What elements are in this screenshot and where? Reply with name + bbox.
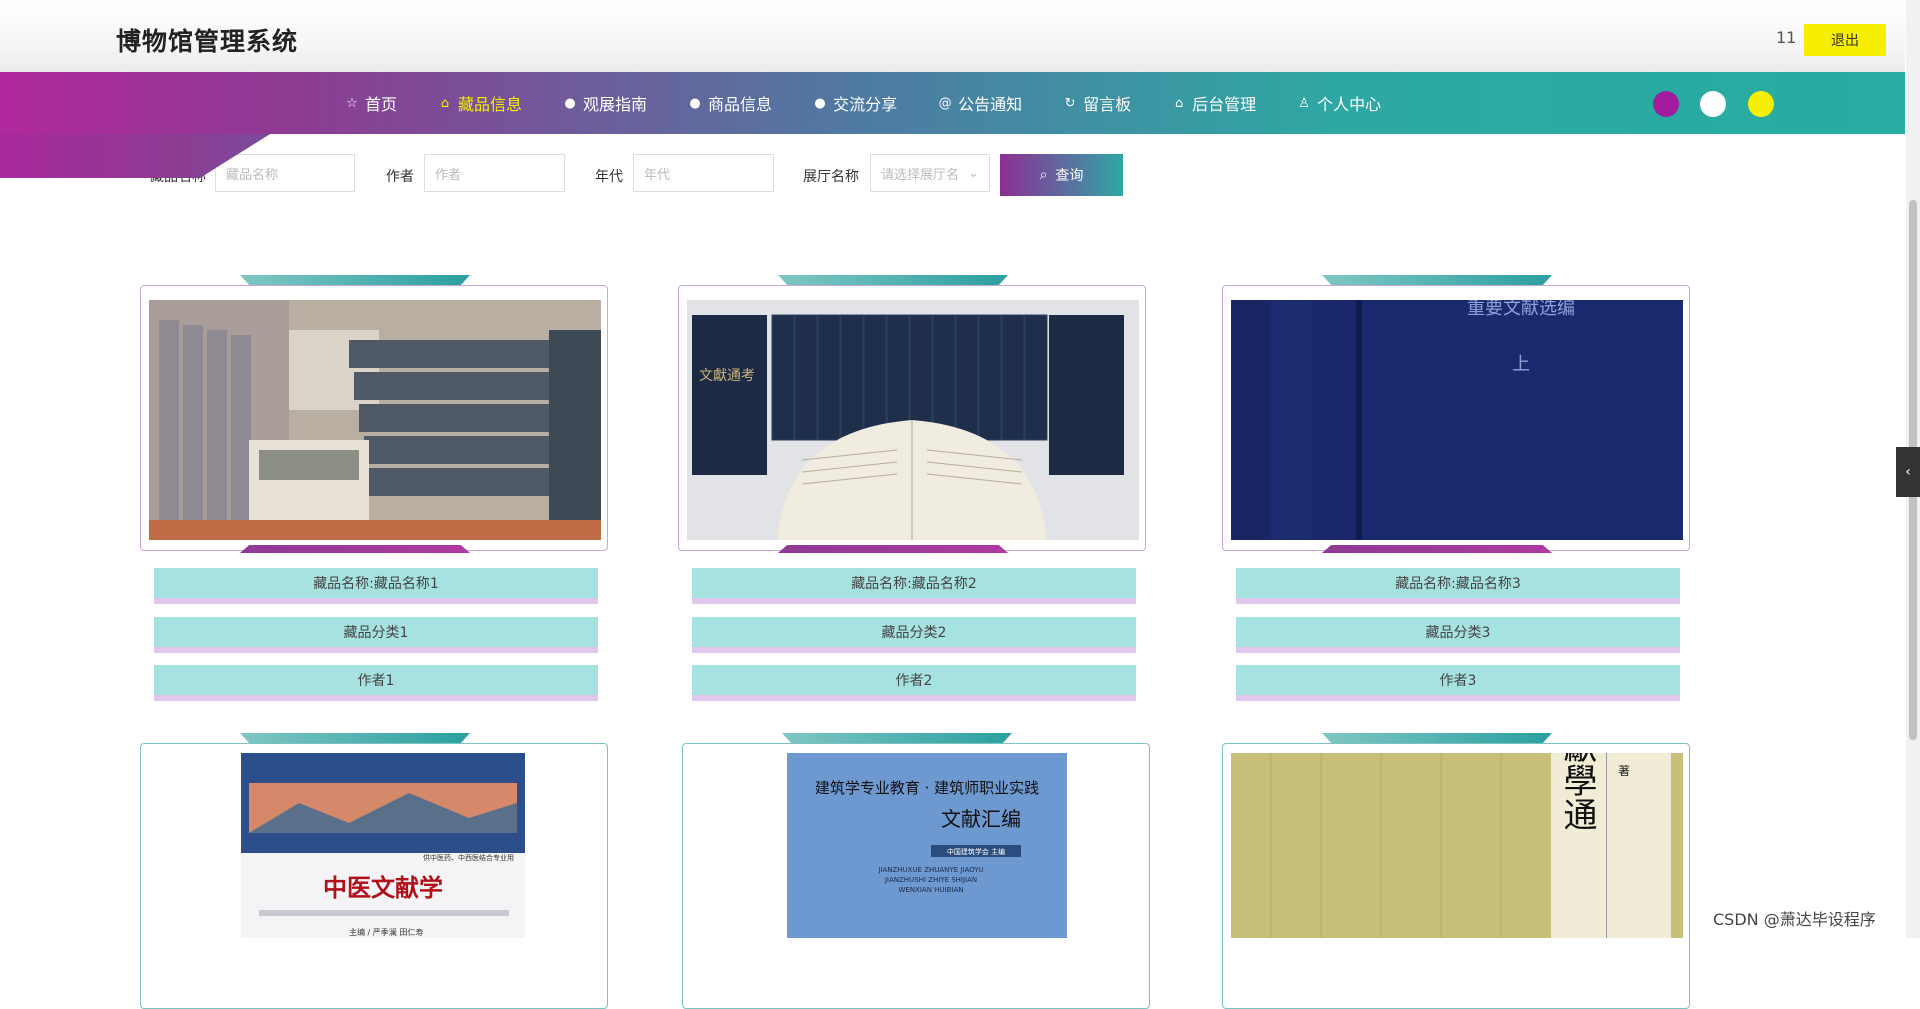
card-author[interactable]: 作者3: [1236, 665, 1680, 701]
info-icon: ●: [689, 95, 701, 111]
top-header: 博物馆管理系统 11 退出: [0, 0, 1905, 72]
frame-decoration: [778, 545, 1008, 553]
book-title-text: 重要文献选编: [1467, 300, 1575, 319]
frame-decoration: [778, 275, 1008, 285]
frame-decoration: [1322, 275, 1552, 285]
nav-item-goods[interactable]: ● 商品信息: [687, 91, 772, 115]
site-title: 博物馆管理系统: [116, 27, 299, 56]
card-category[interactable]: 藏品分类1: [154, 617, 598, 653]
refresh-icon: ↻: [1064, 95, 1076, 111]
book-cover-photo: 建筑学专业教育 · 建筑师职业实践 文献汇编 中国建筑学会 主编 JIANZHU…: [787, 753, 1067, 938]
collection-image[interactable]: [149, 300, 601, 540]
book-title-text: 中医文献学: [323, 873, 443, 902]
books-photo: [149, 300, 601, 540]
era-input[interactable]: 年代: [633, 154, 774, 192]
user-count: 11: [1776, 28, 1797, 47]
name-input[interactable]: 藏品名称: [215, 154, 355, 192]
card-name[interactable]: 藏品名称:藏品名称2: [692, 568, 1136, 604]
nav-item-home[interactable]: ☆ 首页: [344, 91, 397, 115]
frame-decoration: [782, 733, 1012, 743]
nav-item-guide[interactable]: ● 观展指南: [562, 91, 647, 115]
author-label: 作者: [386, 169, 414, 185]
nav-label: 藏品信息: [458, 95, 523, 114]
collection-image[interactable]: 著 刻文獻學通: [1231, 753, 1683, 938]
card-category[interactable]: 藏品分类3: [1236, 617, 1680, 653]
bag-icon: ⌂: [1174, 95, 1184, 111]
user-icon: ♙: [1298, 95, 1310, 111]
book-title-text: 文獻通考: [699, 368, 755, 384]
nav-label: 后台管理: [1192, 95, 1257, 114]
nav-item-admin[interactable]: ⌂ 后台管理: [1171, 91, 1256, 115]
info-icon: ●: [564, 95, 576, 111]
star-icon: ☆: [346, 95, 358, 111]
hall-select[interactable]: 请选择展厅名 ⌄: [870, 154, 990, 192]
book-title-text: 刻文獻學通: [1557, 753, 1597, 831]
card-category[interactable]: 藏品分类2: [692, 617, 1136, 653]
nav-item-profile[interactable]: ♙ 个人中心: [1296, 91, 1381, 115]
collection-image[interactable]: 建筑学专业教育 · 建筑师职业实践 文献汇编 中国建筑学会 主编 JIANZHU…: [691, 753, 1143, 938]
books-photo: 文獻通考: [687, 300, 1139, 540]
card-author[interactable]: 作者2: [692, 665, 1136, 701]
book-cover-photo: 重要文献选编 上: [1231, 300, 1683, 540]
frame-decoration: [1322, 545, 1552, 553]
nav-item-collections[interactable]: ⌂ 藏品信息: [437, 91, 522, 115]
nav-menu: ☆ 首页 ⌂ 藏品信息 ● 观展指南 ● 商品信息 ● 交流分享 @ 公告通知 …: [344, 72, 1381, 134]
book-pinyin-text: JIANZHUXUE ZHUANYE JIAOYU JIANZHUSHI ZHI…: [878, 866, 984, 894]
book-editor-text: 主编 / 严季澜 田仁寿: [349, 927, 423, 937]
frame-decoration: [1322, 733, 1552, 743]
hall-select-value: 请选择展厅名: [881, 167, 960, 183]
card-name[interactable]: 藏品名称:藏品名称1: [154, 568, 598, 604]
book-author-mark: 著: [1618, 764, 1630, 778]
frame-decoration: [240, 275, 470, 285]
at-icon: @: [938, 95, 952, 111]
query-button[interactable]: ⌕ 查询: [1000, 154, 1123, 196]
collection-image[interactable]: 文獻通考: [687, 300, 1139, 540]
card-name[interactable]: 藏品名称:藏品名称3: [1236, 568, 1680, 604]
chevron-left-icon: ‹: [1905, 464, 1911, 480]
info-icon: ●: [814, 95, 826, 111]
nav-label: 首页: [365, 95, 398, 114]
book-org-text: 中国建筑学会 主编: [947, 847, 1005, 856]
nav-label: 观展指南: [583, 95, 648, 114]
search-icon: ⌕: [1039, 167, 1048, 183]
theme-yellow-button[interactable]: [1748, 91, 1774, 117]
frame-decoration: [240, 545, 470, 553]
watermark: CSDN @萧达毕设程序: [1713, 910, 1876, 929]
side-panel-toggle[interactable]: ‹: [1896, 447, 1920, 497]
author-input[interactable]: 作者: [424, 154, 565, 192]
query-label: 查询: [1055, 168, 1084, 184]
nav-item-notice[interactable]: @ 公告通知: [937, 91, 1023, 115]
nav-label: 个人中心: [1317, 95, 1382, 114]
nav-label: 公告通知: [958, 95, 1023, 114]
theme-purple-button[interactable]: [1653, 91, 1679, 117]
logout-button[interactable]: 退出: [1804, 24, 1886, 56]
nav-label: 交流分享: [833, 95, 898, 114]
bag-icon: ⌂: [440, 95, 450, 111]
nav-label: 商品信息: [708, 95, 773, 114]
theme-white-button[interactable]: [1700, 91, 1726, 117]
card-author[interactable]: 作者1: [154, 665, 598, 701]
hall-label: 展厅名称: [803, 169, 859, 185]
nav-item-messages[interactable]: ↻ 留言板: [1062, 91, 1131, 115]
book-cover-photo: 著 刻文獻學通: [1231, 753, 1683, 938]
book-cover-photo: 供中医药、中西医结合专业用 中医文献学 主编 / 严季澜 田仁寿: [241, 753, 525, 938]
chevron-down-icon: ⌄: [968, 165, 979, 181]
book-title-text: 文献汇编: [941, 807, 1021, 831]
frame-decoration: [240, 733, 470, 743]
book-volume-text: 上: [1512, 354, 1530, 375]
collection-image[interactable]: 供中医药、中西医结合专业用 中医文献学 主编 / 严季澜 田仁寿: [149, 753, 601, 938]
book-subtitle-text: 供中医药、中西医结合专业用: [423, 853, 514, 862]
era-label: 年代: [595, 169, 623, 185]
nav-item-share[interactable]: ● 交流分享: [812, 91, 897, 115]
collection-image[interactable]: 重要文献选编 上: [1231, 300, 1683, 540]
nav-label: 留言板: [1083, 95, 1132, 114]
book-series-text: 建筑学专业教育 · 建筑师职业实践: [815, 779, 1039, 797]
